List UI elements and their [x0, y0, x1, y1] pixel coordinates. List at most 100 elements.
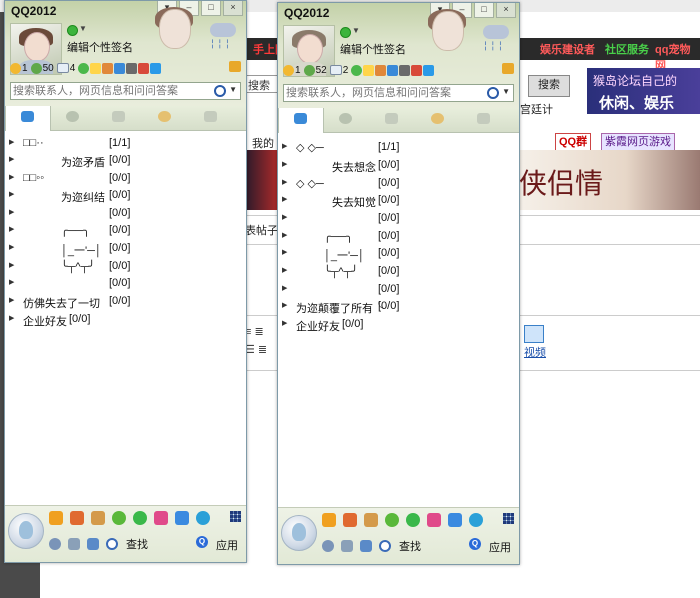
tab-contacts[interactable]: [278, 108, 324, 133]
expand-arrow-icon[interactable]: ▶: [9, 261, 14, 269]
game-icon[interactable]: [385, 513, 399, 527]
web-game-link[interactable]: 紫霞网页游戏: [601, 133, 675, 151]
shop-icon[interactable]: [102, 62, 114, 74]
video-play-icon[interactable]: [406, 513, 420, 527]
qq-group-link[interactable]: QQ群: [555, 133, 592, 151]
nav-link-2[interactable]: 娱乐建设者: [540, 41, 595, 57]
expand-arrow-icon[interactable]: ▶: [282, 160, 287, 168]
task-icon[interactable]: [322, 513, 336, 527]
game-icon[interactable]: [112, 511, 126, 525]
mail-icon[interactable]: [56, 63, 69, 73]
expand-arrow-icon[interactable]: ▶: [282, 319, 287, 327]
expand-arrow-icon[interactable]: ▶: [9, 173, 14, 181]
pet-app-icon[interactable]: [364, 513, 378, 527]
settings-icon[interactable]: [322, 540, 334, 552]
expand-arrow-icon[interactable]: ▶: [9, 138, 14, 146]
pet-app-icon[interactable]: [91, 511, 105, 525]
group-row[interactable]: ▶ 仿佛失去了一切 [0/0]: [9, 294, 234, 310]
weibo-icon[interactable]: [126, 62, 138, 74]
browser-icon[interactable]: [196, 511, 210, 525]
space-icon[interactable]: [114, 62, 126, 74]
group-row[interactable]: ▶ □□◦◦ [0/0]: [9, 171, 234, 187]
apps-button[interactable]: 应用: [216, 537, 238, 553]
tab-discussions[interactable]: [370, 108, 414, 132]
expand-arrow-icon[interactable]: ▶: [9, 296, 14, 304]
shield-icon[interactable]: [87, 538, 99, 550]
add-icon[interactable]: [423, 64, 435, 76]
expand-arrow-icon[interactable]: ▶: [282, 266, 287, 274]
tab-recent[interactable]: [462, 108, 506, 132]
search-icon[interactable]: [214, 85, 226, 97]
sound-icon[interactable]: [341, 540, 353, 552]
expand-arrow-icon[interactable]: ▶: [282, 231, 287, 239]
status-dropdown-icon[interactable]: ▼: [352, 26, 360, 35]
apps-button[interactable]: 应用: [489, 539, 511, 555]
settings-icon[interactable]: [49, 538, 61, 550]
group-row[interactable]: ▶ ◇ ◇─ [0/0]: [282, 176, 507, 192]
level-icon[interactable]: [10, 62, 21, 74]
group-row[interactable]: ▶ 企业好友 [0/0]: [9, 312, 234, 328]
group-row[interactable]: ▶ 失去想念 [0/0]: [282, 158, 507, 174]
status-dropdown-icon[interactable]: ▼: [79, 24, 87, 33]
search-input[interactable]: [286, 86, 470, 100]
group-buy-icon[interactable]: [427, 513, 441, 527]
music-icon[interactable]: [138, 62, 150, 74]
group-row[interactable]: ▶ □□·· [1/1]: [9, 136, 234, 152]
group-row[interactable]: ▶ ╭──╮ [0/0]: [282, 229, 507, 245]
expand-arrow-icon[interactable]: ▶: [9, 278, 14, 286]
group-row[interactable]: ▶ 为迩矛盾 [0/0]: [9, 153, 234, 169]
expand-arrow-icon[interactable]: ▶: [282, 178, 287, 186]
search-icon[interactable]: [487, 87, 499, 99]
message-icon[interactable]: [30, 62, 42, 74]
group-row[interactable]: ▶ [0/0]: [9, 276, 234, 292]
tab-groups[interactable]: [51, 106, 95, 130]
group-row[interactable]: ▶ 为迩颠覆了所有╰ [0/0]: [282, 299, 507, 315]
nav-link-3[interactable]: 社区服务: [605, 41, 649, 57]
expand-arrow-icon[interactable]: ▶: [9, 225, 14, 233]
space-icon[interactable]: [387, 64, 399, 76]
message-icon[interactable]: [303, 64, 315, 76]
group-row[interactable]: ▶ [0/0]: [9, 206, 234, 222]
level-icon[interactable]: [283, 64, 294, 76]
search-dropdown-icon[interactable]: ▼: [229, 85, 237, 94]
bg-game-banner[interactable]: 侠侣情: [515, 150, 700, 210]
tab-microblog[interactable]: [416, 108, 460, 132]
expand-arrow-icon[interactable]: ▶: [9, 243, 14, 251]
group-row[interactable]: ▶ ╭──╮ [0/0]: [9, 223, 234, 239]
app-manager-icon[interactable]: Q: [469, 538, 481, 550]
tab-contacts[interactable]: [5, 106, 51, 131]
clover-icon[interactable]: [351, 64, 363, 76]
expand-arrow-icon[interactable]: ▶: [9, 314, 14, 322]
bg-search-button[interactable]: 搜索: [528, 75, 570, 97]
find-icon[interactable]: [379, 540, 391, 552]
expand-arrow-icon[interactable]: ▶: [9, 155, 14, 163]
group-buy-icon[interactable]: [154, 511, 168, 525]
mail-icon[interactable]: [329, 65, 342, 75]
friends-icon[interactable]: [70, 511, 84, 525]
expand-arrow-icon[interactable]: ▶: [9, 208, 14, 216]
bg-wo-text[interactable]: 我的: [252, 135, 274, 151]
align-icon[interactable]: ≡ ≣: [245, 325, 264, 338]
tab-microblog[interactable]: [143, 106, 187, 130]
friends-icon[interactable]: [343, 513, 357, 527]
security-icon[interactable]: [175, 511, 189, 525]
search-box[interactable]: ▼: [283, 84, 514, 102]
online-status-icon[interactable]: [67, 25, 78, 36]
group-row[interactable]: ▶ [0/0]: [282, 282, 507, 298]
video-play-icon[interactable]: [133, 511, 147, 525]
expand-arrow-icon[interactable]: ▶: [9, 190, 14, 198]
qq-window-2[interactable]: QQ2012 ▾ – □ × ▼ 编辑个性签名 ╎╎╎ 1 52 2: [277, 2, 520, 565]
browser-icon[interactable]: [469, 513, 483, 527]
music-icon[interactable]: [411, 64, 423, 76]
shop-icon[interactable]: [375, 64, 387, 76]
bg-gong-text[interactable]: 宫廷计: [520, 101, 553, 117]
qq-window-1[interactable]: QQ2012 ▾ – □ × ▼ 编辑个性签名 ╎╎╎ 1 50 4: [4, 0, 247, 563]
app-manager-icon[interactable]: Q: [196, 536, 208, 548]
tab-groups[interactable]: [324, 108, 368, 132]
tab-recent[interactable]: [189, 106, 233, 130]
add-icon[interactable]: [150, 62, 162, 74]
list-icon[interactable]: ☰ ≣: [245, 343, 267, 356]
expand-arrow-icon[interactable]: ▶: [282, 284, 287, 292]
search-input[interactable]: [13, 84, 197, 98]
weibo-icon[interactable]: [399, 64, 411, 76]
